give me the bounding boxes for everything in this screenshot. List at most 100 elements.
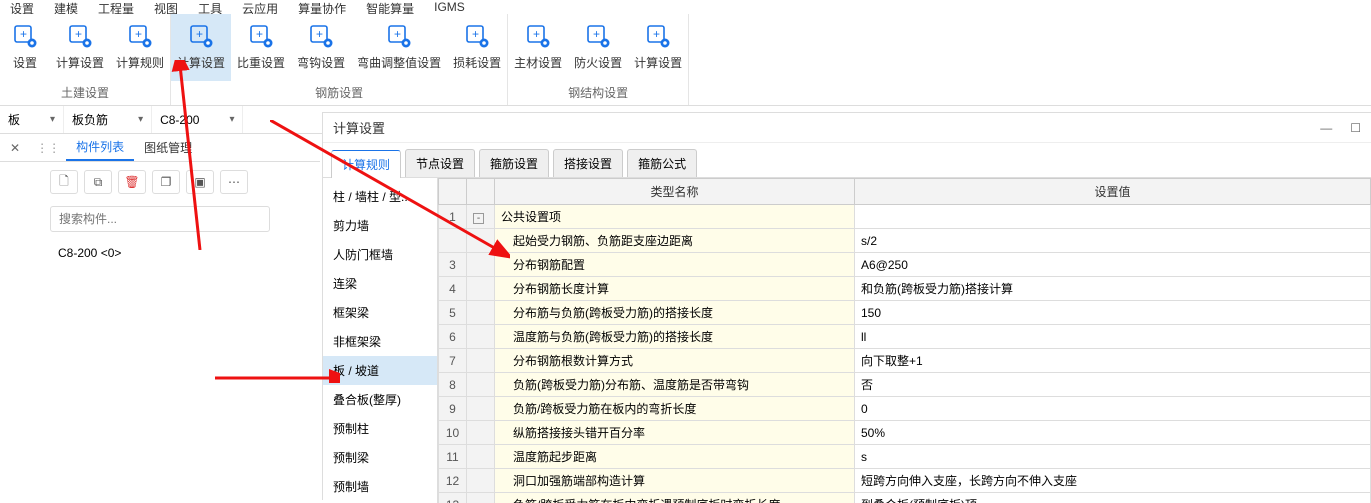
copy-icon[interactable]: ⧉ xyxy=(84,170,112,194)
duplicate-icon[interactable]: ❐ xyxy=(152,170,180,194)
menu-item[interactable]: 视图 xyxy=(154,0,178,14)
maximize-icon[interactable]: ☐ xyxy=(1350,121,1361,135)
filter-category[interactable]: 板▾ xyxy=(8,111,55,128)
category-item[interactable]: 剪力墙 xyxy=(323,211,437,240)
ribbon-wanqutzhi[interactable]: +弯曲调整值设置 xyxy=(351,14,447,81)
menu-item[interactable]: 设置 xyxy=(10,0,34,14)
menu-item[interactable]: 算量协作 xyxy=(298,0,346,14)
menu-item[interactable]: 工程量 xyxy=(98,0,134,14)
table-row[interactable]: 13负筋/跨板受力筋在板内弯折遇预制底板时弯折长度到叠合板(预制底板)顶 xyxy=(439,493,1371,503)
ribbon-wangou[interactable]: +弯钩设置 xyxy=(291,14,351,81)
menu-item[interactable]: 云应用 xyxy=(242,0,278,14)
category-item[interactable]: 柱 / 墙柱 / 型... xyxy=(323,182,437,211)
tab-drawing-mgmt[interactable]: 图纸管理 xyxy=(134,134,202,161)
dialog-tab[interactable]: 箍筋设置 xyxy=(479,149,549,177)
table-row[interactable]: 起始受力钢筋、负筋距支座边距离s/2 xyxy=(439,229,1371,253)
cell-value[interactable]: 否 xyxy=(855,373,1371,397)
category-item[interactable]: 板 / 坡道 xyxy=(323,356,437,385)
category-item[interactable]: 预制梁 xyxy=(323,443,437,472)
tab-component-list[interactable]: 构件列表 xyxy=(66,134,134,161)
table-row[interactable]: 11温度筋起步距离s xyxy=(439,445,1371,469)
search-input[interactable] xyxy=(50,206,270,232)
category-item[interactable]: 连梁 xyxy=(323,269,437,298)
ribbon-icon: + xyxy=(584,22,612,50)
row-number: 10 xyxy=(439,421,467,445)
chevron-down-icon: ▾ xyxy=(138,114,143,125)
col-value: 设置值 xyxy=(855,179,1371,205)
table-row[interactable]: 4分布钢筋长度计算和负筋(跨板受力筋)搭接计算 xyxy=(439,277,1371,301)
table-row[interactable]: 9负筋/跨板受力筋在板内的弯折长度0 xyxy=(439,397,1371,421)
cell-name: 起始受力钢筋、负筋距支座边距离 xyxy=(495,229,855,253)
cell-value[interactable]: 50% xyxy=(855,421,1371,445)
filter-spec[interactable]: C8-200▾ xyxy=(160,113,234,127)
dialog-tab[interactable]: 箍筋公式 xyxy=(627,149,697,177)
cell-value[interactable]: 短跨方向伸入支座，长跨方向不伸入支座 xyxy=(855,469,1371,493)
category-item[interactable]: 非框架梁 xyxy=(323,327,437,356)
ribbon-calc-rule-1[interactable]: +计算规则 xyxy=(110,14,170,81)
dialog-tab[interactable]: 搭接设置 xyxy=(553,149,623,177)
cell-value[interactable]: s xyxy=(855,445,1371,469)
table-row[interactable]: 12洞口加强筋端部构造计算短跨方向伸入支座，长跨方向不伸入支座 xyxy=(439,469,1371,493)
ribbon-icon: + xyxy=(524,22,552,50)
ribbon-calc-set-2[interactable]: +计算设置 xyxy=(171,14,231,81)
category-item[interactable]: 框架梁 xyxy=(323,298,437,327)
table-row[interactable]: 6温度筋与负筋(跨板受力筋)的搭接长度ll xyxy=(439,325,1371,349)
cell-value[interactable]: s/2 xyxy=(855,229,1371,253)
cell-value[interactable]: A6@250 xyxy=(855,253,1371,277)
ribbon-calc-set-1[interactable]: +计算设置 xyxy=(50,14,110,81)
menu-item[interactable]: IGMS xyxy=(434,0,465,14)
menu-item[interactable]: 工具 xyxy=(198,0,222,14)
cell-value[interactable]: 向下取整+1 xyxy=(855,349,1371,373)
table-row[interactable]: 8负筋(跨板受力筋)分布筋、温度筋是否带弯钩否 xyxy=(439,373,1371,397)
cell-value[interactable]: 150 xyxy=(855,301,1371,325)
ribbon-sunhao[interactable]: + 损耗设置 xyxy=(447,14,507,81)
ribbon-label: 设置 xyxy=(13,54,37,71)
new-icon[interactable]: 🗋 xyxy=(50,170,78,194)
category-item[interactable]: 叠合板(整厚) xyxy=(323,385,437,414)
cell-name: 分布钢筋根数计算方式 xyxy=(495,349,855,373)
dialog-tab[interactable]: 节点设置 xyxy=(405,149,475,177)
layout-icon[interactable]: ▣ xyxy=(186,170,214,194)
table-row[interactable]: 3分布钢筋配置A6@250 xyxy=(439,253,1371,277)
table-row[interactable]: 7 分布钢筋根数计算方式向下取整+1 xyxy=(439,349,1371,373)
ribbon-zhucai[interactable]: +主材设置 xyxy=(508,14,568,81)
category-item[interactable]: 预制墙 xyxy=(323,472,437,501)
filter-subtype[interactable]: 板负筋▾ xyxy=(72,111,143,128)
cell-value[interactable]: 到叠合板(预制底板)顶 xyxy=(855,493,1371,503)
ribbon-icon: + xyxy=(644,22,672,50)
delete-icon[interactable]: 🗑 xyxy=(118,170,146,194)
ribbon-label: 弯曲调整值设置 xyxy=(357,54,441,71)
ribbon-bizhong[interactable]: +比重设置 xyxy=(231,14,291,81)
category-item[interactable]: 预制柱 xyxy=(323,414,437,443)
drag-handle-icon[interactable]: ⋮⋮ xyxy=(30,141,66,155)
cell-value[interactable]: ll xyxy=(855,325,1371,349)
menu-item[interactable]: 建模 xyxy=(54,0,78,14)
ribbon-icon: + xyxy=(187,22,215,50)
row-number: 7 xyxy=(439,349,467,373)
ribbon-label: 计算规则 xyxy=(116,54,164,71)
ribbon-icon: + xyxy=(66,22,94,50)
table-row[interactable]: 5分布筋与负筋(跨板受力筋)的搭接长度150 xyxy=(439,301,1371,325)
minimize-icon[interactable]: — xyxy=(1320,121,1332,135)
category-item[interactable]: 人防门框墙 xyxy=(323,240,437,269)
dialog-tab[interactable]: 计算规则 xyxy=(331,150,401,178)
row-number: 9 xyxy=(439,397,467,421)
cell-value[interactable] xyxy=(855,205,1371,229)
collapse-icon[interactable]: - xyxy=(473,213,484,224)
menu-item[interactable]: 智能算量 xyxy=(366,0,414,14)
ribbon-label: 损耗设置 xyxy=(453,54,501,71)
row-number: 4 xyxy=(439,277,467,301)
list-item[interactable]: C8-200 <0> xyxy=(50,240,270,266)
close-icon[interactable]: ✕ xyxy=(0,141,30,155)
settings-grid: 类型名称 设置值 1-公共设置项起始受力钢筋、负筋距支座边距离s/23分布钢筋配… xyxy=(438,178,1371,503)
overflow-icon[interactable]: ⋯ xyxy=(220,170,248,194)
cell-value[interactable]: 和负筋(跨板受力筋)搭接计算 xyxy=(855,277,1371,301)
ribbon-fanghuo[interactable]: +防火设置 xyxy=(568,14,628,81)
cell-value[interactable]: 0 xyxy=(855,397,1371,421)
table-row[interactable]: 1-公共设置项 xyxy=(439,205,1371,229)
ribbon-settings-1[interactable]: +设置 xyxy=(0,14,50,81)
left-tabs: ✕ ⋮⋮ 构件列表 图纸管理 xyxy=(0,134,320,162)
ribbon-icon: + xyxy=(463,22,491,50)
table-row[interactable]: 10纵筋搭接接头错开百分率50% xyxy=(439,421,1371,445)
ribbon-calc-set-3[interactable]: +计算设置 xyxy=(628,14,688,81)
